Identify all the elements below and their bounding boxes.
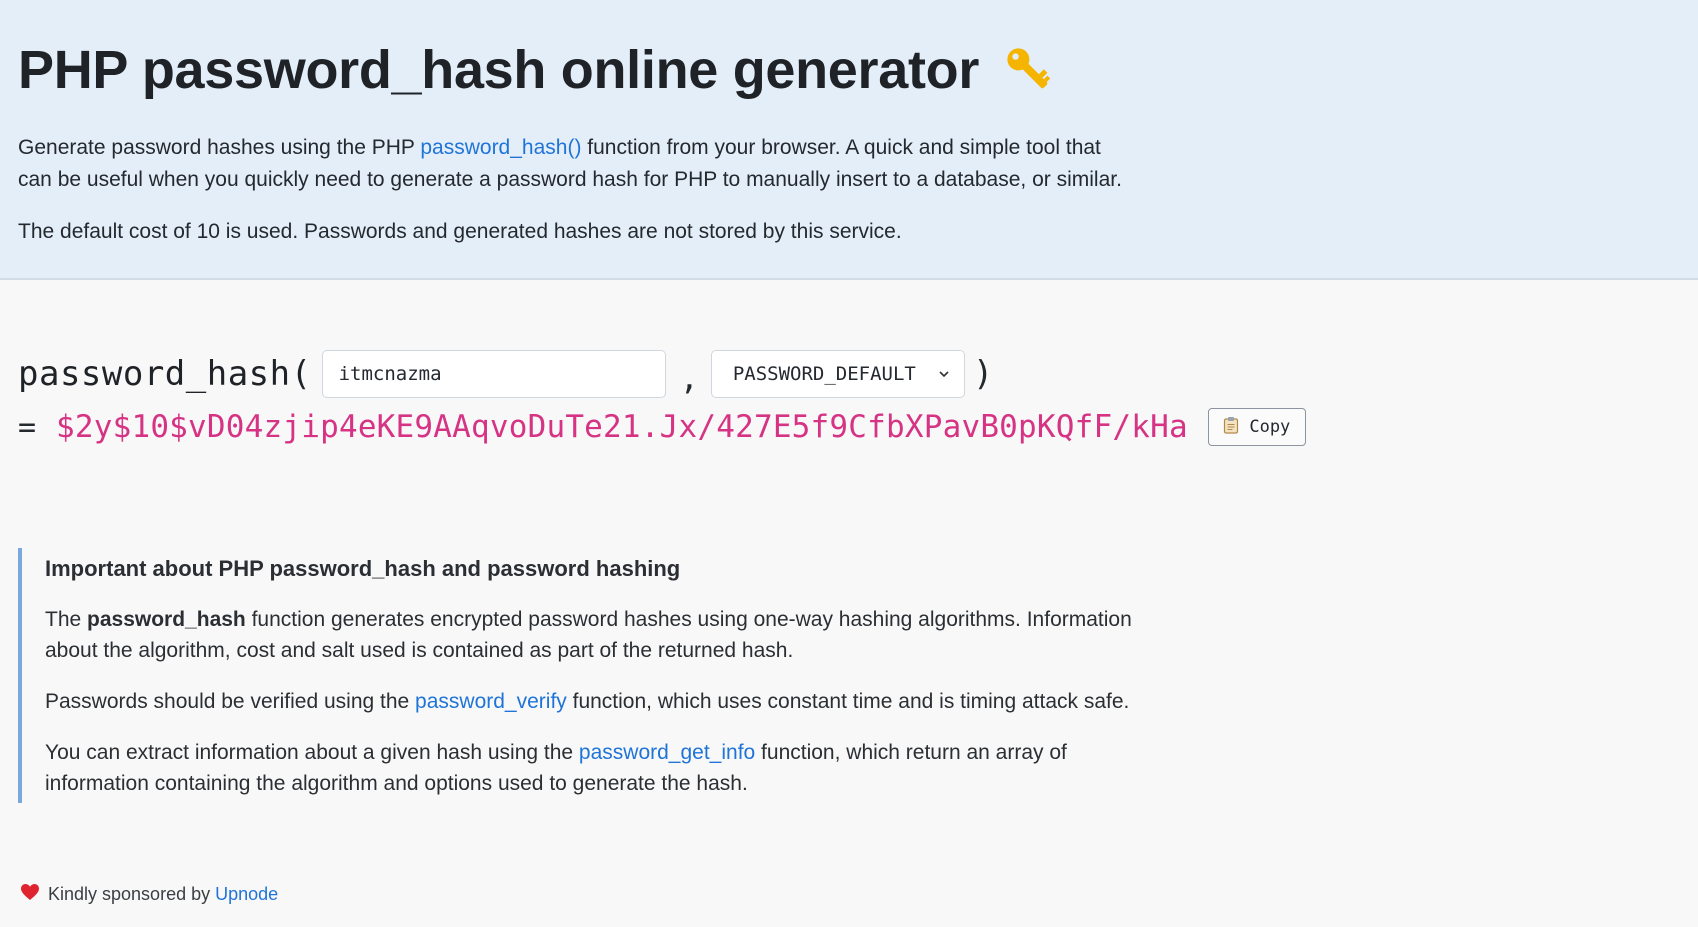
- key-icon: [1001, 42, 1057, 98]
- function-open-label: password_hash(: [18, 354, 312, 394]
- hero-section: PHP password_hash online generator Gener…: [0, 0, 1698, 280]
- password-verify-link[interactable]: password_verify: [415, 690, 567, 713]
- copy-button[interactable]: Copy: [1207, 408, 1306, 446]
- note-heading: Important about PHP password_hash and pa…: [45, 556, 681, 581]
- upnode-link[interactable]: Upnode: [215, 884, 278, 904]
- function-call-row: password_hash( itmcnazma , PASSWORD_DEFA…: [18, 348, 1698, 400]
- algorithm-selected-value: PASSWORD_DEFAULT: [732, 363, 916, 385]
- password-input[interactable]: itmcnazma: [321, 350, 666, 398]
- important-note: Important about PHP password_hash and pa…: [18, 548, 1145, 803]
- clipboard-icon: [1223, 416, 1239, 439]
- argument-comma: ,: [679, 359, 699, 397]
- function-close-label: ): [972, 354, 994, 394]
- note-paragraph-1: The password_hash function generates enc…: [45, 608, 1132, 662]
- copy-button-label: Copy: [1249, 417, 1291, 437]
- page-title-text: PHP password_hash online generator: [18, 40, 980, 100]
- algorithm-select[interactable]: PASSWORD_DEFAULT: [710, 350, 965, 398]
- password-hash-term: password_hash: [87, 608, 246, 631]
- heart-icon: [20, 883, 40, 906]
- page-title: PHP password_hash online generator: [18, 38, 1698, 102]
- intro-paragraph: Generate password hashes using the PHP p…: [18, 136, 1122, 191]
- note-paragraph-3: You can extract information about a give…: [45, 741, 1067, 795]
- sponsor-text: Kindly sponsored by Upnode: [48, 884, 279, 904]
- result-row: = $2y$10$vD04zjip4eKE9AAqvoDuTe21.Jx/427…: [18, 402, 1698, 452]
- cost-note: The default cost of 10 is used. Password…: [18, 220, 902, 243]
- password-hash-doc-link[interactable]: password_hash(): [420, 136, 581, 159]
- equals-sign: =: [18, 409, 37, 445]
- sponsor-footer: Kindly sponsored by Upnode: [20, 883, 278, 906]
- chevron-down-icon: [938, 363, 950, 385]
- hash-output[interactable]: $2y$10$vD04zjip4eKE9AAqvoDuTe21.Jx/427E5…: [56, 409, 1188, 445]
- password-get-info-link[interactable]: password_get_info: [579, 741, 755, 764]
- generator-tool: password_hash( itmcnazma , PASSWORD_DEFA…: [0, 280, 1698, 452]
- note-paragraph-2: Passwords should be verified using the p…: [45, 690, 1130, 713]
